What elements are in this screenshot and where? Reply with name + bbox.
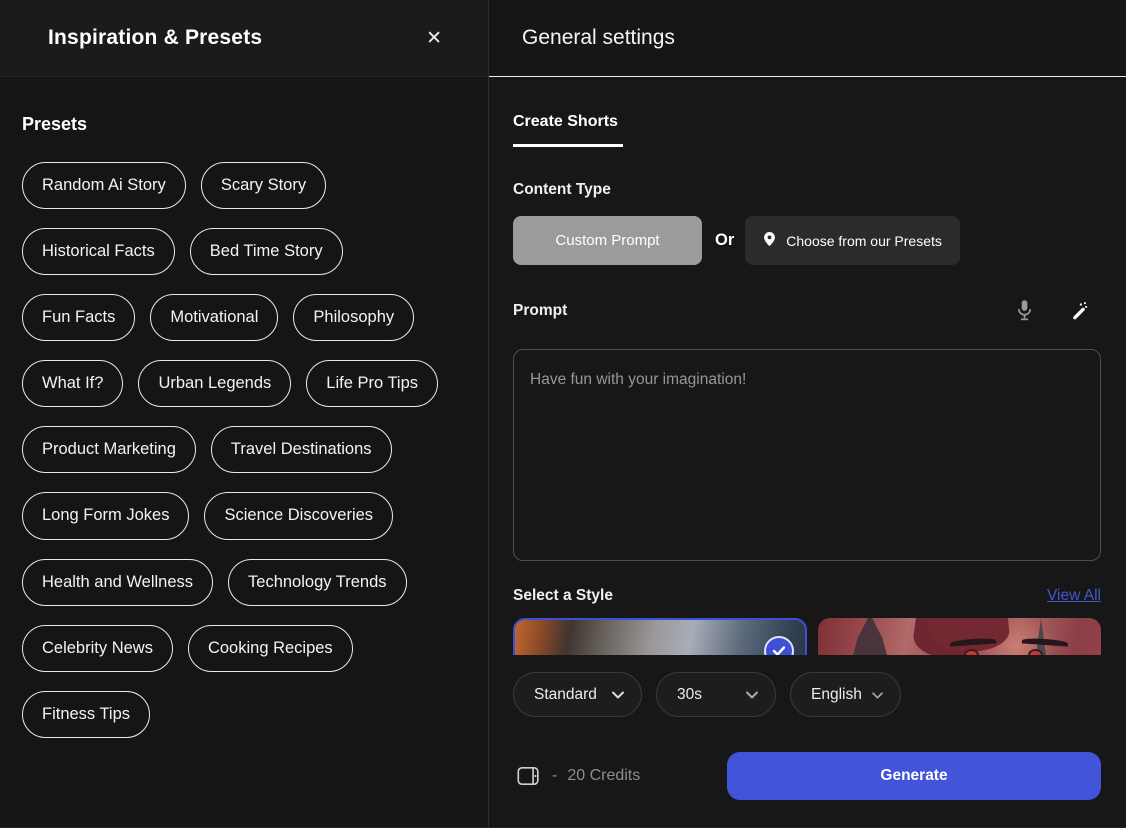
- view-all-link[interactable]: View All: [1047, 587, 1101, 605]
- general-settings-panel: General settings Create Shorts Content T…: [489, 0, 1126, 827]
- preset-pill[interactable]: Historical Facts: [22, 228, 175, 275]
- content-type-row: Custom Prompt Or Choose from our Presets: [513, 216, 1101, 265]
- character-eye: [964, 649, 979, 655]
- location-pin-icon: [763, 231, 776, 250]
- generate-button[interactable]: Generate: [727, 752, 1101, 800]
- close-button[interactable]: ✕: [422, 25, 446, 52]
- prompt-label: Prompt: [513, 302, 567, 320]
- preset-pill[interactable]: Science Discoveries: [204, 492, 393, 539]
- chevron-down-icon: [872, 686, 883, 704]
- settings-title: General settings: [522, 26, 675, 50]
- preset-pill[interactable]: Technology Trends: [228, 559, 407, 606]
- preset-pill[interactable]: Scary Story: [201, 162, 326, 209]
- preset-pill[interactable]: Life Pro Tips: [306, 360, 438, 407]
- presets-heading: Presets: [22, 114, 466, 135]
- preset-pill[interactable]: Travel Destinations: [211, 426, 392, 473]
- choose-presets-label: Choose from our Presets: [786, 233, 942, 249]
- character-eye: [1028, 649, 1043, 655]
- or-label: Or: [715, 231, 734, 250]
- prompt-row: Prompt: [513, 299, 1101, 322]
- credits-dash: -: [552, 767, 557, 785]
- preset-pill[interactable]: Philosophy: [293, 294, 414, 341]
- choose-presets-button[interactable]: Choose from our Presets: [745, 216, 960, 265]
- style-card-realistic-selected[interactable]: [513, 618, 807, 655]
- left-panel-header: Inspiration & Presets ✕: [0, 0, 488, 77]
- preset-pill[interactable]: Product Marketing: [22, 426, 196, 473]
- tab-create-shorts[interactable]: Create Shorts: [513, 113, 623, 147]
- chevron-down-icon: [746, 686, 758, 704]
- style-card-anime[interactable]: [818, 618, 1101, 655]
- preset-pill[interactable]: Bed Time Story: [190, 228, 343, 275]
- style-card-row: [513, 618, 1101, 655]
- content-type-label: Content Type: [513, 181, 1101, 199]
- preset-pill[interactable]: Celebrity News: [22, 625, 173, 672]
- quality-value: Standard: [534, 686, 597, 704]
- left-panel-body: Presets Random Ai Story Scary Story Histor…: [0, 77, 488, 738]
- preset-pill[interactable]: Random Ai Story: [22, 162, 186, 209]
- wallet-icon: [513, 766, 541, 786]
- select-style-label: Select a Style: [513, 587, 613, 605]
- inspiration-presets-panel: Inspiration & Presets ✕ Presets Random A…: [0, 0, 489, 827]
- preset-pill[interactable]: Urban Legends: [138, 360, 291, 407]
- preset-pill-list: Random Ai Story Scary Story Historical Fac…: [22, 162, 466, 738]
- duration-dropdown[interactable]: 30s: [656, 672, 776, 717]
- language-value: English: [811, 686, 862, 704]
- microphone-icon[interactable]: [1016, 299, 1033, 322]
- credits-count: 20 Credits: [567, 767, 640, 785]
- preset-pill[interactable]: Motivational: [150, 294, 278, 341]
- preset-pill[interactable]: Fun Facts: [22, 294, 135, 341]
- character-eyebrow: [1022, 637, 1068, 646]
- preset-pill[interactable]: Health and Wellness: [22, 559, 213, 606]
- custom-prompt-button[interactable]: Custom Prompt: [513, 216, 702, 265]
- app-window: Inspiration & Presets ✕ Presets Random A…: [0, 0, 1126, 828]
- settings-header: General settings: [489, 0, 1126, 77]
- tree-silhouette: [848, 618, 892, 655]
- settings-body: Create Shorts Content Type Custom Prompt…: [489, 77, 1126, 827]
- chevron-down-icon: [612, 686, 624, 704]
- footer-row: - 20 Credits Generate: [513, 752, 1101, 800]
- duration-value: 30s: [677, 686, 702, 704]
- magic-wand-icon[interactable]: [1069, 301, 1089, 321]
- language-dropdown[interactable]: English: [790, 672, 901, 717]
- panel-title: Inspiration & Presets: [48, 26, 262, 50]
- selected-checkmark-badge: [764, 636, 794, 655]
- options-row: Standard 30s English: [513, 672, 1101, 717]
- style-header: Select a Style View All: [513, 587, 1101, 605]
- preset-pill[interactable]: Long Form Jokes: [22, 492, 189, 539]
- preset-pill[interactable]: Cooking Recipes: [188, 625, 353, 672]
- preset-pill[interactable]: What If?: [22, 360, 123, 407]
- prompt-input[interactable]: [513, 349, 1101, 561]
- quality-dropdown[interactable]: Standard: [513, 672, 642, 717]
- prompt-icons: [1016, 299, 1101, 322]
- preset-pill[interactable]: Fitness Tips: [22, 691, 150, 738]
